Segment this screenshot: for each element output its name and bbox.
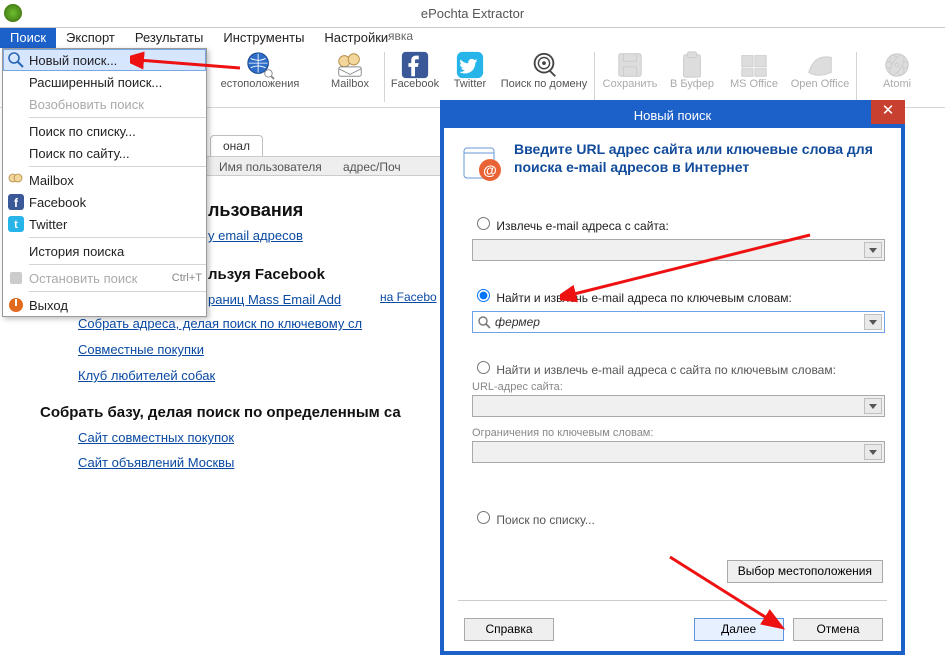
col-hdr-address: адрес/Поч: [343, 160, 401, 174]
opt3-url-combo[interactable]: [472, 395, 885, 417]
ribbon-atomic-button[interactable]: Atomi: [862, 50, 932, 106]
app-title: ePochta Extractor: [421, 6, 524, 21]
save-icon: [615, 50, 645, 78]
tab-fragment[interactable]: онал: [210, 135, 263, 156]
menu-facebook[interactable]: f Facebook: [3, 191, 206, 213]
page-h2-facebook: льзуя Facebook: [208, 266, 325, 283]
chevron-down-icon[interactable]: [864, 314, 882, 330]
radio-list-search[interactable]: Поиск по списку...: [472, 513, 595, 527]
menu-exit[interactable]: Выход: [3, 294, 206, 316]
link-dog-club[interactable]: Клуб любителей собак: [78, 368, 215, 383]
sublabel-url: URL-адрес сайта:: [472, 381, 885, 393]
dialog-title: Новый поиск: [634, 108, 711, 123]
link-na-facebook[interactable]: на Facebo: [380, 290, 437, 304]
opt3-limit-combo[interactable]: [472, 441, 885, 463]
menu-search[interactable]: Поиск: [0, 28, 56, 48]
page-h2-sites: Собрать базу, делая поиск по определенны…: [40, 404, 401, 421]
menu-resume-search[interactable]: Возобновить поиск: [3, 93, 206, 115]
menubar-fragment: явка: [382, 29, 419, 47]
svg-text:t: t: [14, 219, 18, 231]
keywords-combo[interactable]: фермер: [472, 311, 885, 333]
location-button[interactable]: Выбор местоположения: [727, 560, 883, 583]
chevron-down-icon: [864, 444, 882, 460]
col-hdr-user: Имя пользователя: [219, 160, 322, 174]
radio-list-search-input[interactable]: [477, 511, 490, 524]
menu-export[interactable]: Экспорт: [56, 28, 125, 48]
menu-tools[interactable]: Инструменты: [213, 28, 314, 48]
globe-icon: [245, 50, 275, 78]
dialog-titlebar[interactable]: Новый поиск ✕: [444, 104, 901, 128]
radio-extract-from-site-input[interactable]: [477, 217, 490, 230]
main-titlebar: ePochta Extractor: [0, 0, 945, 28]
new-search-dialog: Новый поиск ✕ @ Введите URL адрес сайта …: [440, 100, 905, 655]
radio-keywords[interactable]: Найти и извлечь e-mail адреса по ключевы…: [472, 291, 792, 305]
link-classifieds-moscow[interactable]: Сайт объявлений Москвы: [78, 455, 234, 470]
menu-results[interactable]: Результаты: [125, 28, 213, 48]
facebook-icon: [400, 50, 430, 78]
stop-icon: [7, 269, 25, 287]
menu-twitter[interactable]: t Twitter: [3, 213, 206, 235]
sublabel-limit: Ограничения по ключевым словам:: [472, 427, 885, 439]
ribbon-mailbox-button[interactable]: Mailbox: [320, 50, 380, 106]
ribbon-domain-search-button[interactable]: Поиск по домену: [498, 50, 590, 106]
close-icon: ✕: [882, 102, 895, 119]
ribbon-msoffice-button[interactable]: MS Office: [724, 50, 784, 106]
ribbon-openoffice-button[interactable]: Open Office: [790, 50, 850, 106]
link-email-addresses[interactable]: у email адресов: [208, 228, 303, 243]
search-icon: [477, 315, 491, 329]
link-joint-shopping-site[interactable]: Сайт совместных покупок: [78, 430, 234, 445]
chevron-down-icon: [864, 242, 882, 258]
mailbox-icon: [335, 50, 365, 78]
app-sys-icon: [4, 4, 22, 22]
radio-site-keywords[interactable]: Найти и извлечь e-mail адреса с сайта по…: [472, 363, 836, 377]
link-joint-purchases[interactable]: Совместные покупки: [78, 342, 204, 357]
menu-new-search[interactable]: Новый поиск...: [3, 49, 206, 71]
clipboard-icon: [677, 50, 707, 78]
link-search-by-keyword[interactable]: Собрать адреса, делая поиск по ключевому…: [78, 316, 362, 331]
menu-stop-search[interactable]: Остановить поиск Ctrl+T: [3, 267, 206, 289]
ribbon-save-button[interactable]: Сохранить: [600, 50, 660, 106]
dialog-header: Введите URL адрес сайта или ключевые сло…: [514, 140, 885, 176]
next-button[interactable]: Далее: [694, 618, 784, 641]
menu-search-list[interactable]: Поиск по списку...: [3, 120, 206, 142]
ribbon-buffer-button[interactable]: В Буфер: [662, 50, 722, 106]
chevron-down-icon: [864, 398, 882, 414]
site-url-combo[interactable]: [472, 239, 885, 261]
close-button[interactable]: ✕: [871, 100, 905, 124]
menu-mailbox[interactable]: Mailbox: [3, 169, 206, 191]
search-icon: [7, 51, 25, 69]
openoffice-icon: [805, 50, 835, 78]
keywords-value: фермер: [495, 315, 540, 329]
svg-text:@: @: [483, 162, 497, 178]
menubar: Поиск Экспорт Результаты Инструменты Нас…: [0, 28, 398, 48]
ribbon-twitter-button[interactable]: Twitter: [445, 50, 495, 106]
cancel-button[interactable]: Отмена: [793, 618, 883, 641]
menu-search-site[interactable]: Поиск по сайту...: [3, 142, 206, 164]
atomic-icon: [882, 50, 912, 78]
facebook-small-icon: f: [7, 193, 25, 211]
search-dropdown: Новый поиск... Расширенный поиск... Возо…: [2, 48, 207, 317]
menu-advanced-search[interactable]: Расширенный поиск...: [3, 71, 206, 93]
help-button[interactable]: Справка: [464, 618, 554, 641]
page-h1-fragment: льзования: [208, 200, 303, 221]
link-mass-email-add[interactable]: раниц Mass Email Add: [208, 292, 341, 307]
domain-search-icon: [529, 50, 559, 78]
ribbon-facebook-button[interactable]: Facebook: [390, 50, 440, 106]
mailbox-small-icon: [7, 171, 25, 189]
radio-keywords-input[interactable]: [477, 289, 490, 302]
ribbon-location-button[interactable]: естоположения: [210, 50, 310, 106]
msoffice-icon: [739, 50, 769, 78]
wizard-icon: @: [460, 140, 504, 184]
twitter-small-icon: t: [7, 215, 25, 233]
exit-icon: [7, 296, 25, 314]
twitter-icon: [455, 50, 485, 78]
menu-history[interactable]: История поиска: [3, 240, 206, 262]
radio-extract-from-site[interactable]: Извлечь e-mail адреса с сайта:: [472, 219, 669, 233]
radio-site-keywords-input[interactable]: [477, 361, 490, 374]
